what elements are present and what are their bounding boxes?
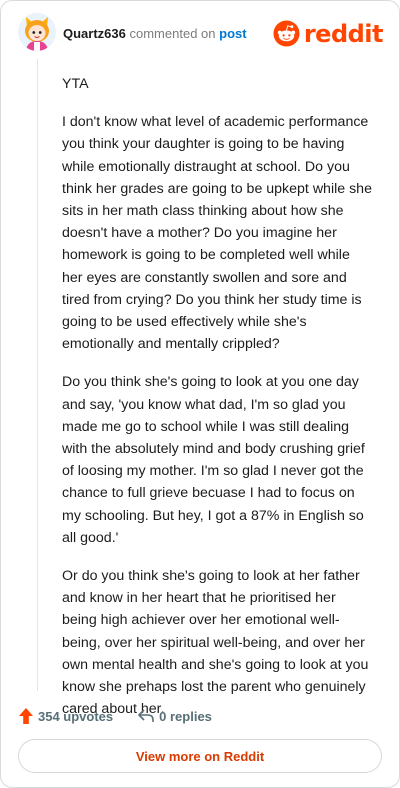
username-link[interactable]: Quartz636 [63, 26, 126, 41]
comment-paragraph: YTA [62, 76, 89, 92]
comment-footer: 354 upvotes 0 replies [18, 706, 212, 726]
reddit-wordmark: reddit [303, 19, 384, 48]
view-more-button[interactable]: View more on Reddit [18, 739, 382, 773]
post-link[interactable]: post [219, 26, 246, 41]
upvote-arrow-icon[interactable] [18, 707, 34, 725]
comment-paragraph: Or do you think she's going to look at h… [62, 568, 369, 718]
reply-count: 0 replies [159, 708, 212, 724]
reply-icon[interactable] [137, 708, 155, 724]
snoo-icon [273, 20, 300, 47]
comment-header: Quartz636 commented on post [63, 26, 247, 42]
comment-embed-card: Quartz636 commented on post reddit YTA I… [0, 0, 400, 788]
reddit-logo[interactable]: reddit [273, 19, 384, 48]
comment-paragraph: I don't know what level of academic perf… [62, 114, 372, 353]
action-text: commented on [129, 26, 216, 41]
comment-paragraph: Do you think she's going to look at you … [62, 374, 365, 546]
comment-body: YTA I don't know what level of academic … [62, 73, 374, 736]
upvote-count: 354 upvotes [38, 708, 114, 724]
thread-line [37, 59, 38, 691]
avatar[interactable] [18, 13, 56, 51]
